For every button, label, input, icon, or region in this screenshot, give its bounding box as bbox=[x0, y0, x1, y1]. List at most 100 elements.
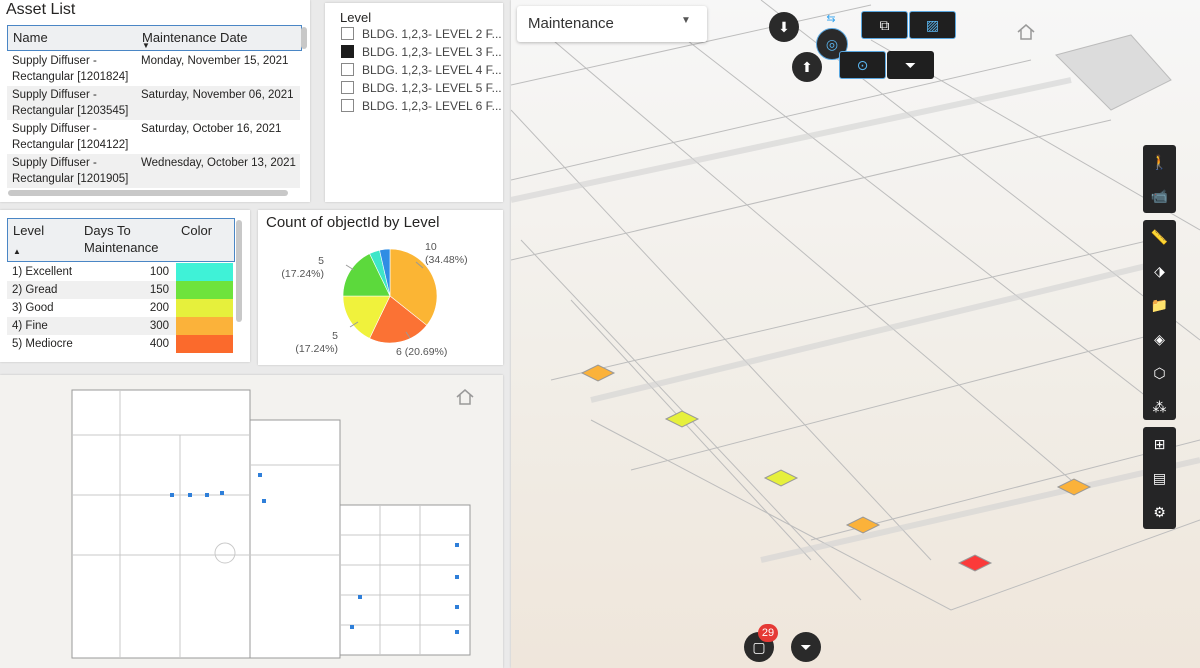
table-row[interactable]: Supply Diffuser - Rectangular [1203545] Sa… bbox=[7, 86, 300, 120]
asset-list-title: Asset List bbox=[6, 1, 76, 18]
pie-label-5b: 5 (17.24%) bbox=[281, 255, 324, 280]
checkbox[interactable] bbox=[341, 27, 354, 40]
level-days: 100 bbox=[149, 266, 169, 278]
toolbar-navigation: 🚶 📹 bbox=[1143, 145, 1176, 213]
model-viewer[interactable]: Maintenance ▼ ⬇ ⬆ ⇆ ◎ ⧉ ▨ ⊙ ⏷ ▢ 29 ⏷ bbox=[511, 0, 1200, 668]
level-days: 150 bbox=[149, 284, 169, 296]
person-icon[interactable]: 🚶 bbox=[1143, 145, 1176, 179]
model-viewport[interactable] bbox=[511, 0, 1200, 668]
level-days: 400 bbox=[149, 338, 169, 350]
toolbar-model: 📏 ⬗ 📁 ◈ ⬡ ⁂ bbox=[1143, 220, 1176, 420]
column-name[interactable]: Name bbox=[13, 30, 48, 45]
level-color-swatch bbox=[176, 263, 233, 281]
slicer-item-label: BLDG. 1,2,3- LEVEL 4 F... bbox=[362, 63, 502, 77]
table-row[interactable]: 4) Fine 300 bbox=[7, 317, 233, 335]
table-row[interactable]: 2) Gread 150 bbox=[7, 281, 233, 299]
filter-button[interactable]: ⏷ bbox=[887, 51, 934, 79]
asset-maintenance-date: Saturday, November 06, 2021 bbox=[141, 89, 294, 101]
asset-maintenance-date: Monday, November 15, 2021 bbox=[141, 55, 289, 67]
hatch-button[interactable]: ▨ bbox=[909, 11, 956, 39]
slicer-item-label: BLDG. 1,2,3- LEVEL 6 F... bbox=[362, 99, 502, 113]
slicer-item[interactable]: BLDG. 1,2,3- LEVEL 3 F... bbox=[341, 45, 502, 59]
explode-icon[interactable]: ⬗ bbox=[1143, 254, 1176, 288]
dropdown-value: Maintenance bbox=[528, 15, 614, 32]
folder-icon[interactable]: 📁 bbox=[1143, 288, 1176, 322]
tree-icon[interactable]: ⊞ bbox=[1143, 427, 1176, 461]
checkbox[interactable] bbox=[341, 63, 354, 76]
asset-name-line1: Supply Diffuser - bbox=[12, 89, 97, 101]
view-mode-dropdown[interactable]: Maintenance ▼ bbox=[517, 6, 707, 42]
pie-label-5a: 5 (17.24%) bbox=[295, 330, 338, 355]
pie-label-6: 6 (20.69%) bbox=[396, 346, 448, 358]
slicer-item-label: BLDG. 1,2,3- LEVEL 2 F... bbox=[362, 27, 502, 41]
level-name: 3) Good bbox=[12, 302, 54, 314]
home-icon[interactable] bbox=[455, 387, 475, 407]
level-color-swatch bbox=[176, 317, 233, 335]
level-up-button[interactable]: ⬆ bbox=[792, 52, 822, 82]
diffuser-marker[interactable] bbox=[845, 516, 881, 534]
slicer-item-label: BLDG. 1,2,3- LEVEL 5 F... bbox=[362, 81, 502, 95]
camera-icon[interactable]: 📹 bbox=[1143, 179, 1176, 213]
sort-asc-icon: ▲ bbox=[13, 247, 21, 256]
home-icon[interactable] bbox=[1016, 22, 1036, 42]
table-row[interactable]: Supply Diffuser - Rectangular [1204122] Sa… bbox=[7, 120, 300, 154]
pan-arrows-icon[interactable]: ⇆ bbox=[816, 11, 846, 25]
checkbox[interactable] bbox=[341, 81, 354, 94]
slicer-item[interactable]: BLDG. 1,2,3- LEVEL 2 F... bbox=[341, 27, 502, 41]
column-level[interactable]: Level bbox=[13, 223, 44, 238]
slicer-item[interactable]: BLDG. 1,2,3- LEVEL 4 F... bbox=[341, 63, 502, 77]
gear-icon[interactable]: ⚙ bbox=[1143, 495, 1176, 529]
table-row[interactable]: Supply Diffuser - Rectangular [1201905] We… bbox=[7, 154, 300, 188]
level-days: 200 bbox=[149, 302, 169, 314]
floor-plan-card[interactable] bbox=[0, 375, 503, 668]
slicer-item-label: BLDG. 1,2,3- LEVEL 3 F... bbox=[362, 45, 502, 59]
level-slicer-card: Level BLDG. 1,2,3- LEVEL 2 F... BLDG. 1,2… bbox=[325, 3, 503, 202]
level-name: 5) Mediocre bbox=[12, 338, 73, 350]
asset-list-card: Asset List Name Maintenance Date ▼ Suppl… bbox=[0, 0, 310, 202]
column-days-line2[interactable]: Maintenance bbox=[84, 240, 158, 255]
sort-desc-icon: ▼ bbox=[142, 41, 150, 50]
level-color-swatch bbox=[176, 335, 233, 353]
level-down-button[interactable]: ⬇ bbox=[769, 12, 799, 42]
checkbox[interactable] bbox=[341, 45, 354, 58]
asset-list-scrollbar-v[interactable] bbox=[301, 27, 307, 49]
asset-name-line2: Rectangular [1204122] bbox=[12, 139, 129, 151]
asset-list-scrollbar-h[interactable] bbox=[8, 190, 288, 196]
level-name: 4) Fine bbox=[12, 320, 48, 332]
level-name: 2) Gread bbox=[12, 284, 58, 296]
table-row[interactable]: Supply Diffuser - Rectangular [1201824] Mo… bbox=[7, 52, 300, 86]
level-days: 300 bbox=[149, 320, 169, 332]
level-color-swatch bbox=[176, 299, 233, 317]
cube-icon[interactable]: ⬡ bbox=[1143, 356, 1176, 390]
level-table-header: Level ▲ Days To Maintenance Color bbox=[7, 218, 235, 262]
section-box-button[interactable]: ⧉ bbox=[861, 11, 908, 39]
properties-icon[interactable]: ▤ bbox=[1143, 461, 1176, 495]
asset-maintenance-date: Saturday, October 16, 2021 bbox=[141, 123, 282, 135]
molecule-icon[interactable]: ⁂ bbox=[1143, 390, 1176, 424]
diffuser-marker[interactable] bbox=[957, 554, 993, 572]
table-row[interactable]: 5) Mediocre 400 bbox=[7, 335, 233, 353]
pie-chart-card: Count of objectId by Level 10 (34.48%) 6 … bbox=[258, 210, 503, 365]
column-days-line1[interactable]: Days To bbox=[84, 223, 131, 238]
table-row[interactable]: 3) Good 200 bbox=[7, 299, 233, 317]
asset-name-line2: Rectangular [1201905] bbox=[12, 173, 129, 185]
layers-icon[interactable]: ◈ bbox=[1143, 322, 1176, 356]
selection-badge: 29 bbox=[758, 624, 778, 642]
clear-filter-button[interactable]: ⏷ bbox=[791, 632, 821, 662]
table-row[interactable]: 1) Excellent 100 bbox=[7, 263, 233, 281]
diffuser-marker[interactable] bbox=[763, 469, 799, 487]
diffuser-marker[interactable] bbox=[580, 364, 616, 382]
diffuser-marker[interactable] bbox=[664, 410, 700, 428]
isolate-button[interactable]: ⊙ bbox=[839, 51, 886, 79]
floor-plan[interactable] bbox=[0, 375, 503, 668]
slicer-item[interactable]: BLDG. 1,2,3- LEVEL 6 F... bbox=[341, 99, 502, 113]
level-table-scrollbar[interactable] bbox=[236, 220, 242, 322]
level-color-swatch bbox=[176, 281, 233, 299]
column-maintenance-date[interactable]: Maintenance Date bbox=[142, 30, 248, 45]
column-color[interactable]: Color bbox=[181, 223, 212, 238]
checkbox[interactable] bbox=[341, 99, 354, 112]
slicer-item[interactable]: BLDG. 1,2,3- LEVEL 5 F... bbox=[341, 81, 502, 95]
asset-maintenance-date: Wednesday, October 13, 2021 bbox=[141, 157, 296, 169]
ruler-icon[interactable]: 📏 bbox=[1143, 220, 1176, 254]
asset-name-line1: Supply Diffuser - bbox=[12, 55, 97, 67]
